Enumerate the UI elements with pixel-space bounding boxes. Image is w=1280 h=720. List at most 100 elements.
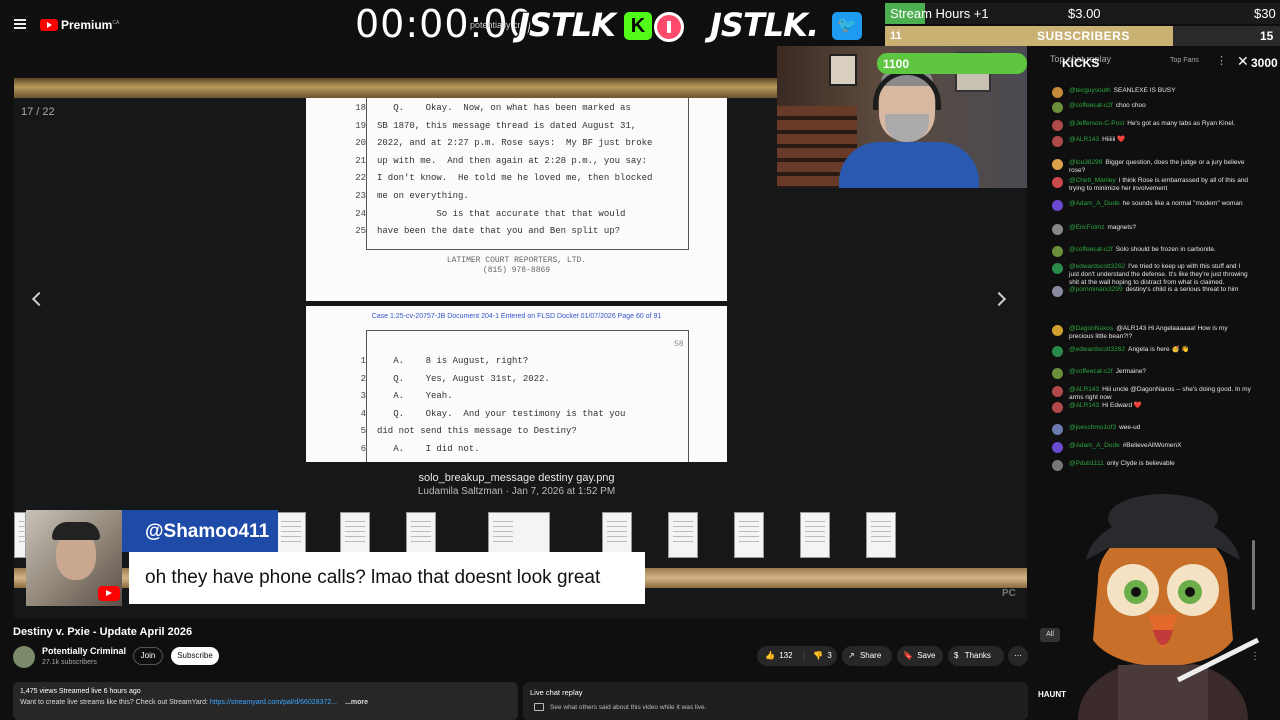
share-button[interactable]: ↗ Share	[842, 646, 892, 666]
chat-author[interactable]: @coffeecat-c2f	[1069, 102, 1113, 109]
thumbnail[interactable]	[800, 512, 830, 558]
chat-avatar[interactable]	[1052, 424, 1063, 435]
chat-author[interactable]: @tecguysouth	[1069, 87, 1111, 94]
live-chat-replay-panel[interactable]	[523, 682, 1028, 720]
chat-avatar[interactable]	[1052, 402, 1063, 413]
chat-author[interactable]: @Adam_A_Dude	[1069, 442, 1120, 449]
like-icon[interactable]: 👍	[765, 646, 775, 666]
chat-author[interactable]: @Chett_Manley	[1069, 177, 1116, 184]
thanks-button[interactable]: $ Thanks	[948, 646, 1004, 666]
replay-title: Live chat replay	[530, 688, 583, 697]
transcript-line: me on everything.	[377, 191, 469, 201]
kicks-goal: 3000	[1251, 56, 1278, 70]
chat-avatar[interactable]	[1052, 120, 1063, 131]
chat-author[interactable]: @joeschmo1of3	[1069, 424, 1116, 431]
chat-message-body: @ALR143 Hiii uncle @DagonNaxos -- she's d…	[1069, 386, 1252, 402]
chat-avatar[interactable]	[1052, 102, 1063, 113]
description-link[interactable]: https://streamyard.com/pal/d/66028372...	[210, 699, 337, 706]
chat-message: @ALR143 Hi Edward ❤️	[1052, 402, 1252, 413]
chat-avatar[interactable]	[1052, 263, 1063, 274]
chat-message-body: @DagonNaxos @ALR143 Hi Angelaaaaaa! How i…	[1069, 325, 1252, 341]
like-count[interactable]: 132	[779, 646, 792, 666]
transcript-line: Q. Yes, August 31st, 2022.	[377, 373, 550, 384]
youtube-logo-icon[interactable]	[40, 19, 58, 31]
line-number: 4	[360, 408, 366, 419]
chat-avatar[interactable]	[1052, 286, 1063, 297]
chat-message-body: @pornminarx3299 destiny's child is a seri…	[1069, 286, 1252, 294]
chat-avatar[interactable]	[1052, 442, 1063, 453]
chat-avatar[interactable]	[1052, 246, 1063, 257]
chat-author[interactable]: @DagonNaxos	[1069, 325, 1113, 332]
chat-message-body: @Chett_Manley I think Rose is embarrassed…	[1069, 177, 1252, 193]
streamer-body	[839, 142, 979, 188]
chat-text: Hi Edward ❤️	[1102, 402, 1142, 409]
chat-message: @Jefferson-C-Post He's got as many tabs a…	[1052, 120, 1252, 131]
chat-avatar[interactable]	[1052, 386, 1063, 397]
show-more-link[interactable]: ...more	[345, 699, 368, 706]
chat-avatar[interactable]	[1052, 460, 1063, 471]
chat-author[interactable]: @edwardscott3262	[1069, 263, 1125, 270]
dislike-count[interactable]: 3	[827, 646, 831, 666]
chat-message-body: @coffeecat-c2f Solo should be frozen in c…	[1069, 246, 1252, 254]
line-number: 6	[360, 444, 366, 454]
chat-avatar[interactable]	[1052, 200, 1063, 211]
subscribe-button[interactable]: Subscribe	[171, 647, 219, 665]
chat-message: @coffeecat-c2f choo choo	[1052, 102, 1252, 113]
chat-message: @EricFolmz magnets?	[1052, 224, 1252, 235]
chat-text: choo choo	[1115, 102, 1146, 109]
transcript-line: I don't know. He told me he loved me, th…	[377, 173, 653, 184]
chat-message: @edwardscott3262 Angela is here 🥳 👋	[1052, 346, 1252, 357]
chat-author[interactable]: @ALR143	[1069, 386, 1099, 393]
chat-author[interactable]: @lou38299	[1069, 159, 1102, 166]
chat-message: @coffeecat-c2f Solo should be frozen in c…	[1052, 246, 1252, 257]
chat-author[interactable]: @Adam_A_Dude	[1069, 200, 1120, 207]
channel-watermark: PC	[1002, 588, 1016, 599]
chat-avatar[interactable]	[1052, 136, 1063, 147]
chat-avatar[interactable]	[1052, 159, 1063, 170]
channel-name[interactable]: Potentially Criminal	[42, 646, 126, 656]
more-actions-button[interactable]: ⋯	[1008, 646, 1028, 666]
thumbnail[interactable]	[734, 512, 764, 558]
thumbnail[interactable]	[668, 512, 698, 558]
chat-author[interactable]: @ALR143	[1069, 402, 1099, 409]
chat-avatar[interactable]	[1052, 177, 1063, 188]
chat-text: SEANLEXE IS BUSY	[1113, 87, 1176, 94]
close-icon[interactable]: ✕	[1237, 53, 1249, 70]
chat-author[interactable]: @coffeecat-c2f	[1069, 246, 1113, 253]
chat-text: #BelieveAllWomenX	[1122, 442, 1182, 449]
top-fans-label: Top Fans	[1170, 57, 1199, 64]
thumbnail[interactable]	[866, 512, 896, 558]
youtube-logo-icon	[98, 586, 120, 601]
premium-logo[interactable]: PremiumCA	[61, 18, 119, 32]
chat-author[interactable]: @EricFolmz	[1069, 224, 1105, 231]
chat-filter-all[interactable]: All	[1040, 628, 1060, 642]
chat-avatar[interactable]	[1052, 325, 1063, 336]
chat-author[interactable]: @edwardscott3262	[1069, 346, 1125, 353]
dislike-icon[interactable]: 👎	[813, 646, 823, 666]
channel-avatar[interactable]	[13, 646, 35, 668]
chat-message: @edwardscott3262 I've tried to keep up wi…	[1052, 263, 1252, 287]
more-icon[interactable]: ⋮	[1250, 651, 1260, 662]
view-stats: 1,475 views Streamed live 6 hours ago	[20, 688, 141, 695]
chat-message: @ALR143 Hiiiiii ❤️	[1052, 136, 1252, 147]
chat-icon	[534, 703, 544, 711]
transcript-line: A. I did not.	[377, 444, 480, 454]
save-button[interactable]: 🔖 Save	[897, 646, 943, 666]
gold-frame-top	[14, 78, 777, 98]
chat-author[interactable]: @Jefferson-C-Post	[1069, 120, 1124, 127]
chat-avatar[interactable]	[1052, 224, 1063, 235]
reporter-footer: LATIMER COURT REPORTERS, LTD. (815) 978-8…	[446, 256, 587, 275]
chat-avatar[interactable]	[1052, 368, 1063, 379]
chat-author[interactable]: @ALR143	[1069, 136, 1099, 143]
transcript-line: A. 8 is August, right?	[377, 356, 529, 366]
chat-author[interactable]: @coffeecat-c2f	[1069, 368, 1113, 375]
chat-author[interactable]: @pornminarx3299	[1069, 286, 1123, 293]
chat-message: @joeschmo1of3 wee-ud	[1052, 424, 1252, 435]
more-icon[interactable]: ⋮	[1216, 54, 1227, 67]
join-button[interactable]: Join	[133, 647, 163, 665]
thumbnail[interactable]	[14, 512, 39, 558]
chat-avatar[interactable]	[1052, 346, 1063, 357]
chat-avatar[interactable]	[1052, 87, 1063, 98]
menu-icon[interactable]	[14, 19, 26, 29]
chat-author[interactable]: @Pdub1111	[1069, 460, 1104, 467]
